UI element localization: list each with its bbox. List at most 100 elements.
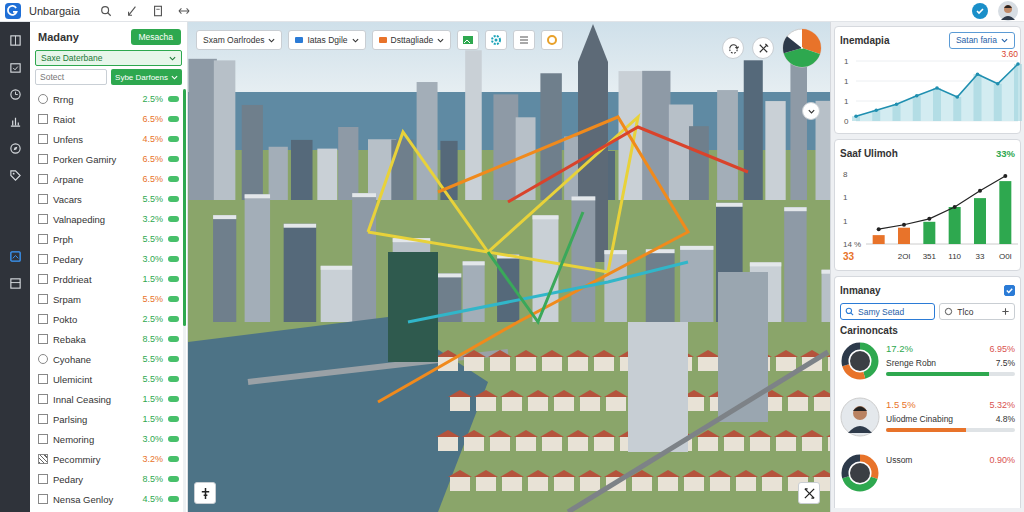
checkbox[interactable] — [38, 374, 48, 384]
chart-point[interactable] — [895, 102, 899, 106]
chart-point[interactable] — [1016, 62, 1020, 66]
checkbox[interactable] — [38, 334, 48, 344]
scrollbar[interactable] — [183, 89, 186, 512]
checkbox[interactable] — [38, 114, 48, 124]
checkbox[interactable] — [38, 294, 48, 304]
chart-point[interactable] — [935, 86, 939, 90]
overview-pie-chart[interactable] — [782, 28, 822, 68]
checkbox[interactable] — [38, 314, 48, 324]
search-field[interactable]: Sotect — [35, 69, 107, 85]
layer-row[interactable]: Pokto 2.5% — [38, 309, 179, 329]
rail-item[interactable] — [4, 167, 26, 183]
plus-icon[interactable] — [1001, 307, 1010, 316]
checkbox[interactable] — [38, 474, 48, 484]
map-dropdown[interactable]: Sxam Oarlrodes — [196, 30, 282, 50]
search-icon[interactable] — [100, 5, 112, 17]
radio-button[interactable] — [38, 94, 48, 104]
range-dropdown[interactable]: Satan faria — [949, 32, 1015, 49]
layer-row[interactable]: Raiot 6.5% — [38, 109, 179, 129]
search-field[interactable]: Samy Setad — [840, 303, 935, 320]
logo-icon[interactable] — [5, 3, 21, 19]
chart-point[interactable] — [915, 94, 919, 98]
checkbox[interactable] — [38, 234, 48, 244]
map-dropdown[interactable]: Iatas Dgile — [288, 30, 365, 50]
chart-point[interactable] — [953, 205, 957, 209]
filter-dropdown[interactable]: Saxe Daterbane — [35, 50, 182, 66]
chart-bar[interactable] — [923, 222, 935, 244]
tools-button[interactable] — [752, 37, 774, 59]
settings-button[interactable] — [485, 30, 507, 50]
layer-row[interactable]: Nemoring 3.0% — [38, 429, 179, 449]
checkbox[interactable] — [38, 454, 48, 464]
chart-point[interactable] — [976, 72, 980, 76]
checkbox[interactable] — [38, 274, 48, 284]
chart-point[interactable] — [877, 227, 881, 231]
rail-item[interactable] — [4, 140, 26, 156]
chart-bar[interactable] — [898, 228, 910, 244]
layer-row[interactable]: Pedary 8.5% — [38, 469, 179, 489]
sort-dropdown[interactable]: Sybe Darfoens — [111, 69, 182, 85]
chart-point[interactable] — [902, 223, 906, 227]
map-dropdown[interactable]: Dsttagliade — [372, 30, 452, 50]
chart-point[interactable] — [874, 108, 878, 112]
checkbox[interactable] — [38, 134, 48, 144]
checkbox[interactable] — [38, 434, 48, 444]
city-map[interactable]: Sxam Oarlrodes Iatas Dgile Dsttagliade — [188, 22, 830, 512]
image-button[interactable] — [457, 30, 479, 50]
component-row[interactable]: Ussom 0.90% — [840, 453, 1015, 508]
rail-item[interactable] — [4, 32, 26, 48]
checkbox[interactable] — [38, 174, 48, 184]
layer-row[interactable]: Innal Ceasing 1.5% — [38, 389, 179, 409]
layer-row[interactable]: Rebaka 8.5% — [38, 329, 179, 349]
checkbox[interactable] — [38, 394, 48, 404]
checkbox[interactable] — [1004, 285, 1015, 296]
layer-row[interactable]: Cyohane 5.5% — [38, 349, 179, 369]
rail-item[interactable] — [4, 86, 26, 102]
chart-point[interactable] — [927, 217, 931, 221]
layer-row[interactable]: Nensa Genloy 4.5% — [38, 489, 179, 509]
filter-field[interactable]: Tlco — [939, 303, 1015, 320]
rail-item[interactable] — [4, 59, 26, 75]
chart-point[interactable] — [1003, 174, 1007, 178]
layer-row[interactable]: Unfens 4.5% — [38, 129, 179, 149]
expand-icon[interactable] — [178, 5, 190, 17]
checkbox[interactable] — [38, 414, 48, 424]
chart-point[interactable] — [996, 82, 1000, 86]
scrollbar-thumb[interactable] — [183, 89, 186, 326]
layer-row[interactable]: Valnapeding 3.2% — [38, 209, 179, 229]
layer-row[interactable]: Prddrieat 1.5% — [38, 269, 179, 289]
chart-bar[interactable] — [873, 235, 885, 244]
edit-icon[interactable] — [126, 5, 138, 17]
layer-row[interactable]: Pedary 3.0% — [38, 249, 179, 269]
action-button[interactable]: Mesacha — [131, 29, 182, 45]
layer-row[interactable]: Arpane 6.5% — [38, 169, 179, 189]
expand-button[interactable] — [802, 102, 820, 120]
chart-bar[interactable] — [999, 181, 1011, 244]
checkbox[interactable] — [38, 254, 48, 264]
rail-item[interactable] — [4, 275, 26, 291]
layer-row[interactable]: Rrng 2.5% — [38, 89, 179, 109]
record-button[interactable] — [541, 30, 563, 50]
layer-row[interactable]: Srpam 5.5% — [38, 289, 179, 309]
checkbox[interactable] — [38, 494, 48, 504]
user-avatar-icon[interactable] — [998, 1, 1018, 21]
layer-row[interactable]: Prph 5.5% — [38, 229, 179, 249]
chart-point[interactable] — [955, 95, 959, 99]
document-icon[interactable] — [152, 5, 164, 17]
chart-point[interactable] — [978, 189, 982, 193]
layer-row[interactable]: Parlsing 1.5% — [38, 409, 179, 429]
pan-button[interactable] — [194, 482, 216, 504]
component-row[interactable]: 17.2% 6.95% Srenge Robn 7.5% — [840, 341, 1015, 397]
menu-button[interactable] — [513, 30, 535, 50]
checkbox[interactable] — [38, 154, 48, 164]
layer-row[interactable]: Pecommiry 3.2% — [38, 449, 179, 469]
checkbox[interactable] — [38, 194, 48, 204]
rail-item[interactable] — [4, 248, 26, 264]
chart-point[interactable] — [854, 114, 858, 118]
rotate-button[interactable] — [722, 37, 744, 59]
layer-row[interactable]: Vacars 5.5% — [38, 189, 179, 209]
chart-bar[interactable] — [949, 207, 961, 244]
measure-button[interactable] — [798, 482, 820, 504]
layer-row[interactable]: Ulemicint 5.5% — [38, 369, 179, 389]
component-row[interactable]: 1.5 5% 5.32% Uliodme Cinabing 4.8% — [840, 397, 1015, 453]
